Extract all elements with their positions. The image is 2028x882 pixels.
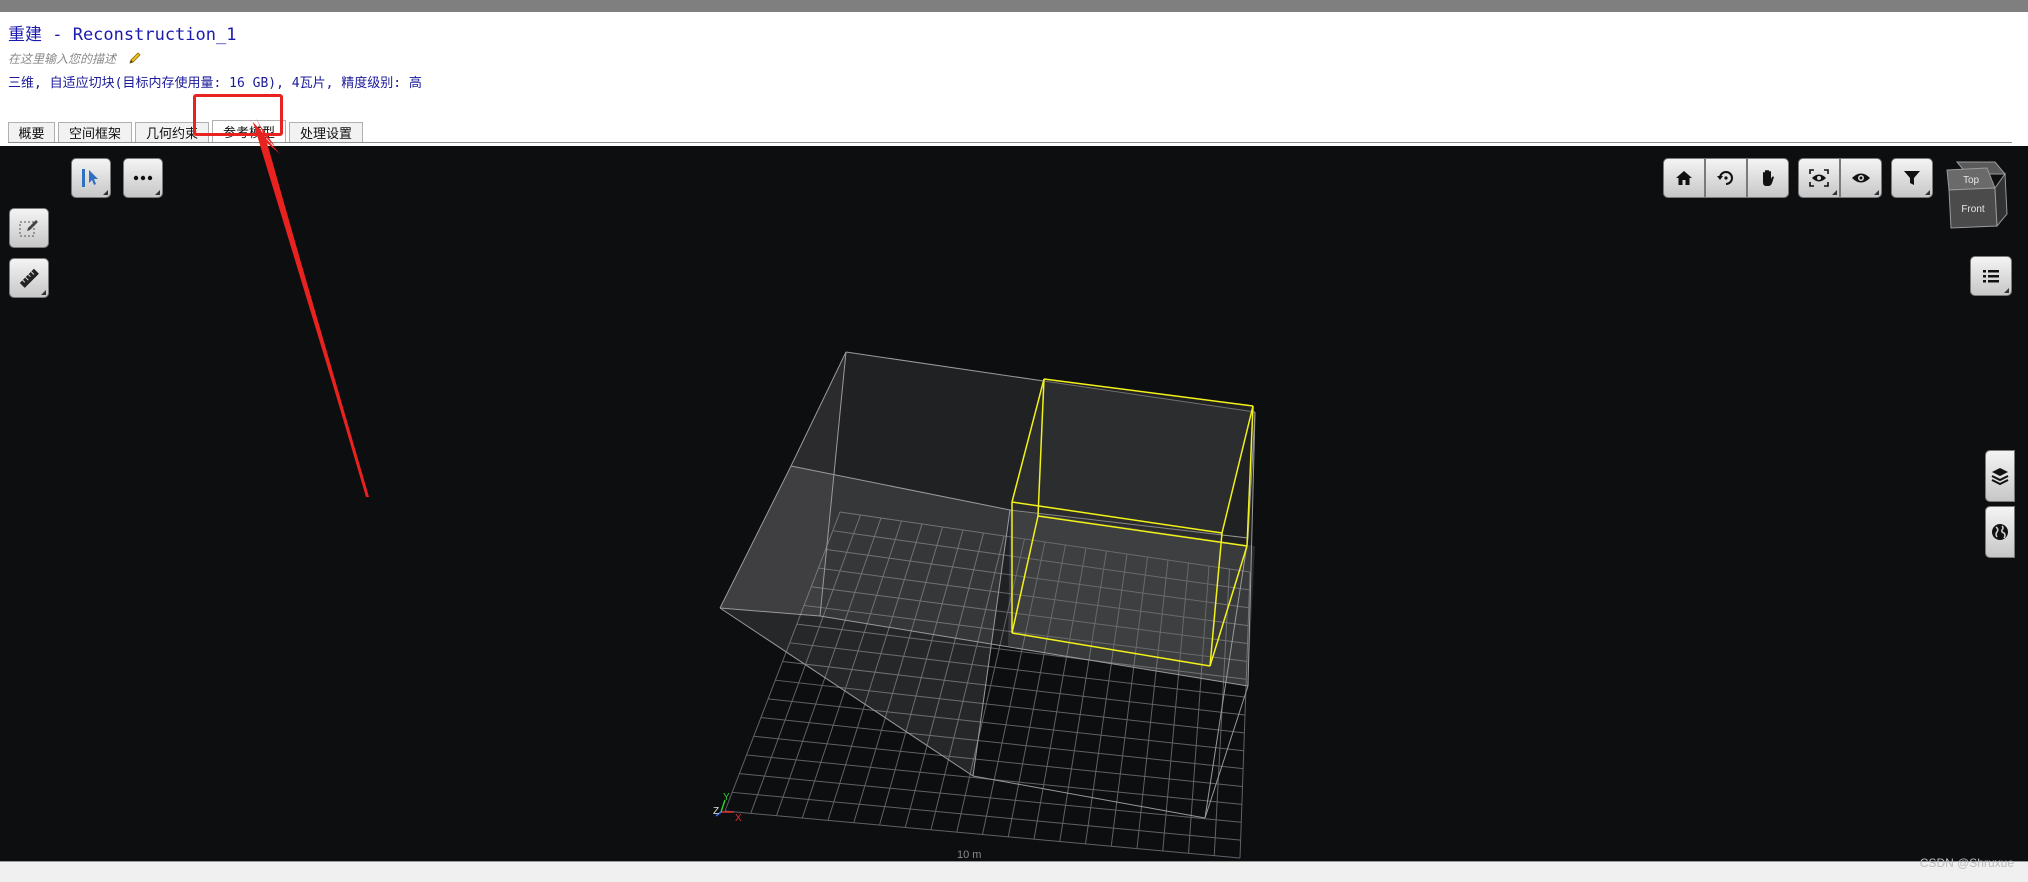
navcube-front-label[interactable]: Front xyxy=(1961,204,1985,215)
cursor-select-icon xyxy=(82,169,98,187)
list-icon xyxy=(1983,270,1999,283)
list-button[interactable] xyxy=(1970,256,2012,296)
pan-button[interactable] xyxy=(1747,158,1789,198)
focus-eye-icon xyxy=(1809,169,1829,187)
layers-button[interactable] xyxy=(1985,450,2015,502)
document-header: 重建 - Reconstruction_1 在这里输入您的描述 三维, 自适应切… xyxy=(0,12,2028,146)
tab-processing-settings[interactable]: 处理设置 xyxy=(289,122,363,142)
globe-button[interactable] xyxy=(1985,506,2015,558)
filter-button[interactable] xyxy=(1891,158,1933,198)
scene-edge xyxy=(1204,685,1249,819)
more-dots-icon xyxy=(133,175,153,181)
3d-viewport[interactable]: X Y Z 10 m Top Front xyxy=(0,146,2028,861)
layers-icon xyxy=(1991,468,2009,485)
axis-z-label: Z xyxy=(713,806,719,817)
edit-description-icon[interactable] xyxy=(128,51,142,65)
view-options-group xyxy=(1798,158,1882,198)
filter-icon xyxy=(1904,171,1920,185)
orbit-button[interactable] xyxy=(1705,158,1747,198)
select-tool-button[interactable] xyxy=(71,158,111,198)
tab-highlight-annotation xyxy=(193,94,283,136)
axis-triad: X Y Z xyxy=(713,792,742,824)
pencil-icon xyxy=(19,220,38,237)
status-footer xyxy=(0,861,2028,882)
tab-overview[interactable]: 概要 xyxy=(8,122,55,142)
reconstruction-summary: 三维, 自适应切块(目标内存使用量: 16 GB), 4瓦片, 精度级别: 高 xyxy=(8,76,422,91)
hand-pan-icon xyxy=(1763,170,1774,186)
visibility-button[interactable] xyxy=(1840,158,1882,198)
edit-region-button[interactable] xyxy=(9,208,49,248)
tab-spatial-framework[interactable]: 空间框架 xyxy=(58,122,132,142)
watermark: CSDN @Shruxue xyxy=(1919,856,2014,870)
more-tools-button[interactable] xyxy=(123,158,163,198)
axis-x-label: X xyxy=(735,813,742,824)
navigation-cube[interactable]: Top Front xyxy=(1943,156,2009,232)
description-row[interactable]: 在这里输入您的描述 xyxy=(8,49,142,67)
description-field[interactable]: 在这里输入您的描述 xyxy=(8,50,116,67)
home-view-button[interactable] xyxy=(1663,158,1705,198)
home-icon xyxy=(1676,171,1692,185)
eye-icon xyxy=(1852,173,1870,183)
reference-box-front-face xyxy=(720,466,1010,776)
orbit-icon xyxy=(1717,171,1733,185)
scale-label: 10 m xyxy=(957,849,981,861)
focus-button[interactable] xyxy=(1798,158,1840,198)
window-top-bar xyxy=(0,0,2028,12)
navigation-group xyxy=(1663,158,1789,198)
ruler-icon xyxy=(19,268,39,288)
measure-button[interactable] xyxy=(9,258,49,298)
navcube-top-label[interactable]: Top xyxy=(1963,175,1980,186)
axis-y-label: Y xyxy=(723,792,730,803)
tab-bar: 概要 空间框架 几何约束 参考模型 处理设置 xyxy=(8,112,2012,143)
globe-icon xyxy=(1992,524,2008,540)
scene-canvas[interactable]: X Y Z 10 m xyxy=(0,146,2028,861)
page-title: 重建 - Reconstruction_1 xyxy=(8,25,237,45)
